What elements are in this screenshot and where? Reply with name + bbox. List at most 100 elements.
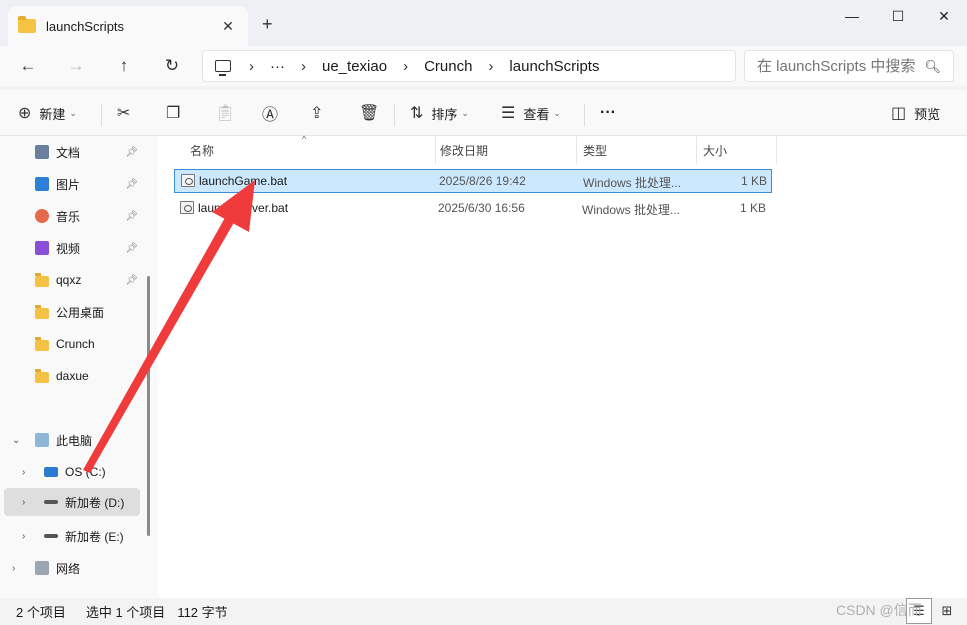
sidebar-item-network[interactable]: › 网络 — [0, 554, 146, 582]
chevron-right-icon[interactable]: › — [22, 467, 25, 478]
new-tab-button[interactable]: + — [262, 14, 273, 35]
plus-circle-icon: ⊕ — [18, 105, 32, 122]
status-bar: 2 个项目 选中 1 个项目 112 字节 — [0, 598, 967, 625]
rename-button[interactable]: Ⓐ — [262, 98, 286, 128]
sidebar-item-label: 图片 — [56, 177, 81, 192]
copy-icon: ❐ — [166, 105, 181, 122]
chevron-down-icon: ⌄ — [553, 107, 561, 118]
pin-icon: 📌︎ — [125, 178, 138, 190]
copy-button[interactable]: ❐ — [166, 98, 188, 128]
sidebar-item-label: qqxz — [56, 273, 82, 287]
view-button[interactable]: ☰ 查看 ⌄ — [501, 98, 561, 128]
sidebar-item-qqxz[interactable]: qqxz 📌︎ — [0, 266, 146, 294]
new-label: 新建 — [39, 106, 66, 122]
computer-icon — [215, 60, 231, 76]
sidebar-item-crunch[interactable]: Crunch — [0, 330, 146, 358]
sidebar-item-label: daxue — [56, 369, 89, 383]
sidebar-item-label: 文档 — [56, 145, 81, 160]
clipboard-icon: 📋︎ — [215, 105, 236, 122]
pictures-icon — [35, 177, 49, 191]
watermark: CSDN @信而 — [836, 602, 922, 618]
command-bar: ⊕ 新建 ⌄ ✂ ❐ 📋︎ Ⓐ ⇪ 🗑︎ ⇅ 排序 ⌄ ☰ 查看 ⌄ ··· ◫… — [0, 90, 967, 136]
title-bar: launchScripts ✕ + — ☐ ✕ — [0, 0, 967, 46]
column-header-modified[interactable]: 修改日期 — [434, 136, 577, 164]
sidebar-item-label: 此电脑 — [56, 433, 93, 448]
sidebar-item-documents[interactable]: 文档 📌︎ — [0, 138, 146, 166]
file-row-launchserver[interactable]: launchServer.bat 2025/6/30 16:56 Windows… — [174, 197, 772, 221]
column-header-type[interactable]: 类型 — [577, 136, 697, 164]
music-icon — [35, 209, 49, 223]
breadcrumb-overflow[interactable]: ··· — [270, 58, 285, 75]
computer-icon — [35, 433, 49, 447]
file-size: 1 KB — [740, 201, 767, 215]
sort-button[interactable]: ⇅ 排序 ⌄ — [410, 98, 469, 128]
minimize-button[interactable]: — — [829, 0, 875, 32]
drive-icon — [44, 534, 58, 538]
tiles-view-button[interactable]: ⊞ — [934, 598, 960, 624]
breadcrumb-separator: › — [403, 57, 409, 75]
sidebar-item-videos[interactable]: 视频 📌︎ — [0, 234, 146, 262]
up-button[interactable]: ↑ — [110, 52, 138, 80]
folder-icon — [35, 368, 49, 383]
status-selection-size: 112 字节 — [177, 605, 228, 620]
preview-pane-icon: ◫ — [891, 105, 907, 122]
more-options-button[interactable]: ··· — [600, 98, 616, 128]
file-list: ^ 名称 修改日期 类型 大小 launchGame.bat 2025/8/26… — [158, 134, 967, 598]
delete-button[interactable]: 🗑︎ — [359, 98, 387, 128]
status-selection: 选中 1 个项目 — [85, 605, 166, 620]
sidebar-item-label: 视频 — [56, 241, 81, 256]
close-window-button[interactable]: ✕ — [921, 0, 967, 32]
tab-close-icon[interactable]: ✕ — [218, 18, 238, 35]
file-row-launchgame[interactable]: launchGame.bat 2025/8/26 19:42 Windows 批… — [174, 169, 772, 193]
forward-button[interactable]: → — [62, 52, 90, 80]
chevron-right-icon[interactable]: › — [22, 497, 25, 508]
breadcrumb-separator: › — [488, 57, 494, 75]
breadcrumb-crunch[interactable]: Crunch — [424, 58, 472, 75]
cut-button[interactable]: ✂ — [117, 98, 138, 128]
chevron-right-icon[interactable]: › — [12, 563, 15, 574]
folder-icon — [35, 336, 49, 351]
share-button[interactable]: ⇪ — [310, 98, 331, 128]
folder-icon — [35, 304, 49, 319]
sidebar-item-pictures[interactable]: 图片 📌︎ — [0, 170, 146, 198]
chevron-right-icon[interactable]: › — [22, 531, 25, 542]
folder-icon — [18, 16, 36, 33]
sidebar-item-label: 网络 — [56, 561, 81, 576]
breadcrumb-separator: › — [301, 57, 306, 75]
column-header-name[interactable]: 名称 — [184, 136, 436, 164]
batch-file-icon — [180, 201, 194, 214]
chevron-down-icon[interactable]: ⌄ — [12, 435, 20, 446]
sidebar-item-music[interactable]: 音乐 📌︎ — [0, 202, 146, 230]
sidebar-item-daxue[interactable]: daxue — [0, 362, 146, 390]
toolbar-divider — [394, 104, 395, 126]
rename-icon: Ⓐ — [262, 107, 279, 124]
column-header-size[interactable]: 大小 — [697, 136, 777, 164]
drive-icon — [44, 500, 58, 504]
sidebar-item-this-pc[interactable]: ⌄ 此电脑 — [0, 426, 146, 454]
breadcrumb-launchscripts[interactable]: launchScripts — [509, 58, 599, 75]
sidebar-item-drive-e[interactable]: › 新加卷 (E:) — [0, 522, 146, 550]
sidebar-item-drive-d[interactable]: › 新加卷 (D:) — [4, 488, 140, 516]
search-input[interactable] — [757, 57, 917, 75]
preview-pane-button[interactable]: ◫ 预览 — [891, 98, 940, 128]
tiles-view-icon: ⊞ — [941, 603, 953, 618]
pin-icon: 📌︎ — [125, 210, 138, 222]
file-type: Windows 批处理... — [583, 176, 682, 190]
search-icon: 🔍︎ — [924, 59, 941, 74]
trash-icon: 🗑︎ — [359, 105, 380, 122]
tab-launchscripts[interactable]: launchScripts ✕ — [8, 6, 248, 46]
sidebar-item-public-desktop[interactable]: 公用桌面 — [0, 298, 146, 326]
sidebar-item-drive-c[interactable]: › OS (C:) — [0, 458, 146, 486]
address-bar[interactable]: › ··· › ue_texiao › Crunch › launchScrip… — [202, 50, 736, 82]
refresh-button[interactable]: ↻ — [158, 52, 186, 80]
paste-button[interactable]: 📋︎ — [215, 98, 243, 128]
maximize-button[interactable]: ☐ — [875, 0, 921, 32]
breadcrumb-separator: › — [249, 57, 254, 75]
new-button[interactable]: ⊕ 新建 ⌄ — [18, 98, 77, 128]
sidebar-scrollbar[interactable] — [147, 276, 150, 536]
toolbar-divider — [584, 104, 585, 126]
file-size: 1 KB — [741, 174, 768, 188]
back-button[interactable]: ← — [14, 52, 42, 80]
search-box[interactable]: 🔍︎ — [744, 50, 954, 82]
breadcrumb-ue-texiao[interactable]: ue_texiao — [322, 58, 387, 75]
